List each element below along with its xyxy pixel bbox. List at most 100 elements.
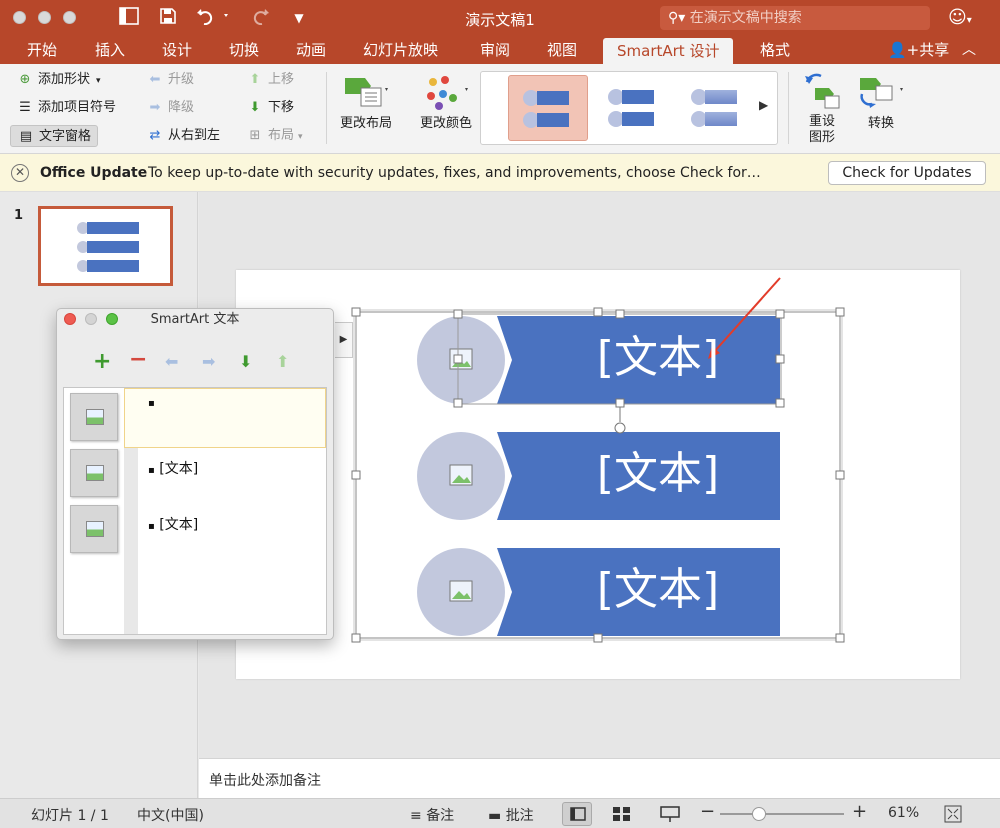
right-to-left-button[interactable]: ⇄ 从右到左	[146, 125, 220, 147]
collapse-ribbon-icon[interactable]: ︿	[962, 36, 976, 64]
pane-promote-icon[interactable]: ⬅	[165, 352, 178, 371]
tab-transitions[interactable]: 切换	[229, 36, 259, 64]
pane-remove-icon[interactable]: −	[129, 349, 147, 371]
collapse-pane-icon[interactable]: ▶	[335, 322, 353, 358]
zoom-out-icon[interactable]: −	[700, 801, 715, 822]
swap-arrows-icon: ⇄	[149, 128, 161, 143]
redo-icon[interactable]	[250, 7, 272, 29]
presentation-icon	[660, 806, 680, 822]
check-for-updates-button[interactable]: Check for Updates	[828, 161, 986, 185]
zoom-in-icon[interactable]: +	[852, 801, 867, 822]
tab-format[interactable]: 格式	[760, 36, 790, 64]
move-down-button[interactable]: ⬇ 下移	[246, 97, 294, 119]
comments-button[interactable]: ▬ 批注	[488, 805, 534, 825]
search-input[interactable]: ⚲▾ 在演示文稿中搜索	[660, 6, 930, 30]
normal-view-button[interactable]	[562, 802, 592, 826]
smartart-text-3[interactable]: [文本]	[528, 562, 788, 618]
close-notification-icon[interactable]: ✕	[11, 164, 29, 182]
add-shape-button[interactable]: ⊕ 添加形状 ▾	[16, 69, 101, 91]
pane-move-down-icon[interactable]: ⬇	[239, 352, 252, 371]
pane-picture-thumb[interactable]	[70, 505, 118, 553]
user-account-button[interactable]: ☺▾	[948, 7, 988, 29]
pane-picture-thumb[interactable]	[70, 449, 118, 497]
pane-title: SmartArt 文本	[150, 312, 240, 327]
style-option-1[interactable]	[508, 75, 588, 141]
pane-move-up-icon[interactable]: ⬆	[276, 352, 289, 371]
grid-view-icon	[613, 807, 630, 821]
minimize-window-button[interactable]	[38, 11, 51, 24]
pane-item-list: ▪ ▪ [文本] ▪ [文本]	[63, 387, 327, 635]
zoom-window-button[interactable]	[63, 11, 76, 24]
notification-title: Office Update	[40, 165, 148, 181]
convert-button[interactable]: 转换	[852, 72, 910, 132]
slideshow-view-button[interactable]	[658, 804, 682, 824]
style-option-2[interactable]	[594, 75, 674, 141]
notes-placeholder: 单击此处添加备注	[209, 773, 321, 789]
rotate-handle-icon[interactable]	[614, 422, 626, 434]
smartart-text-2[interactable]: [文本]	[528, 446, 788, 502]
pane-list-item[interactable]: ▪ [文本]	[148, 458, 198, 478]
tab-animations[interactable]: 动画	[296, 36, 326, 64]
style-option-3[interactable]	[677, 75, 757, 141]
ribbon-separator	[326, 72, 327, 144]
smartart-text-pane: SmartArt 文本 + − ⬅ ➡ ⬇ ⬆ ▪ ▪ [文本] ▪ [文本]	[56, 308, 334, 640]
add-bullet-button[interactable]: ☰ 添加项目符号	[16, 97, 116, 119]
share-button[interactable]: 👤+共享	[888, 36, 949, 64]
picture-placeholder-icon[interactable]	[449, 580, 473, 602]
ribbon-tab-bar: 开始 插入 设计 切换 动画 幻灯片放映 审阅 视图 SmartArt 设计 格…	[0, 36, 1000, 64]
promote-button[interactable]: ⬅ 升级	[146, 69, 194, 91]
update-notification-bar: ✕ Office Update To keep up-to-date with …	[0, 154, 1000, 192]
tab-insert[interactable]: 插入	[95, 36, 125, 64]
reset-graphic-button[interactable]: 重设 图形	[798, 72, 846, 146]
text-pane-button[interactable]: ▤ 文字窗格	[10, 125, 99, 147]
move-up-button[interactable]: ⬆ 上移	[246, 69, 294, 91]
demote-button[interactable]: ➡ 降级	[146, 97, 194, 119]
undo-icon[interactable]	[194, 7, 234, 29]
change-layout-button[interactable]: 更改布局	[336, 72, 396, 132]
picture-placeholder-icon[interactable]	[449, 464, 473, 486]
org-chart-icon: ⊞	[249, 128, 261, 143]
status-bar: 幻灯片 1 / 1 中文(中国) ≡ 备注 ▬ 批注 − + 61%	[0, 798, 1000, 828]
bullet-list-icon: ☰	[19, 100, 31, 115]
zoom-slider[interactable]	[720, 807, 844, 821]
pane-demote-icon[interactable]: ➡	[202, 352, 215, 371]
convert-icon	[852, 72, 910, 116]
customize-toolbar-icon[interactable]: ▼	[288, 7, 310, 29]
tab-slideshow[interactable]: 幻灯片放映	[363, 36, 438, 64]
tab-design[interactable]: 设计	[162, 36, 192, 64]
save-icon[interactable]	[157, 7, 179, 29]
gallery-more-icon[interactable]: ▶	[759, 98, 768, 112]
arrow-down-icon: ⬇	[249, 100, 261, 115]
notification-message: To keep up-to-date with security updates…	[148, 165, 761, 181]
search-icon: ⚲▾	[668, 10, 686, 26]
pane-list-item[interactable]: ▪ [文本]	[148, 514, 198, 534]
pane-picture-thumb[interactable]	[70, 393, 118, 441]
ribbon: ⊕ 添加形状 ▾ ☰ 添加项目符号 ▤ 文字窗格 ⬅ 升级 ➡ 降级 ⇄ 从右到左 ⬆ 上移 ⬇…	[0, 64, 1000, 154]
search-placeholder: 在演示文稿中搜索	[689, 10, 802, 26]
slide-thumbnail[interactable]	[38, 206, 173, 286]
arrow-right-icon: ➡	[149, 100, 161, 115]
picture-icon	[86, 409, 104, 425]
change-colors-button[interactable]: 更改颜色	[416, 72, 476, 132]
pane-add-icon[interactable]: +	[93, 351, 111, 373]
slide-sorter-button[interactable]	[610, 804, 634, 824]
smartart-text-1[interactable]: [文本]	[528, 330, 788, 386]
layout-button[interactable]: ⊞ 布局 ▾	[246, 125, 303, 147]
notes-area[interactable]: 单击此处添加备注	[199, 758, 1000, 798]
close-window-button[interactable]	[13, 11, 26, 24]
notes-icon: ≡	[410, 808, 422, 824]
zoom-level[interactable]: 61%	[888, 805, 919, 821]
notes-toggle-button[interactable]: ≡ 备注	[410, 805, 454, 825]
zoom-slider-thumb[interactable]	[752, 807, 766, 821]
smiley-icon: ☺	[948, 7, 967, 28]
language-indicator[interactable]: 中文(中国)	[137, 805, 204, 825]
pane-list-item[interactable]: ▪	[148, 394, 155, 410]
add-shape-icon: ⊕	[19, 72, 31, 87]
tab-smartart-design[interactable]: SmartArt 设计	[603, 38, 734, 64]
tab-home[interactable]: 开始	[27, 36, 57, 64]
color-palette-icon	[416, 72, 476, 116]
tab-view[interactable]: 视图	[547, 36, 577, 64]
sidebar-toggle-icon[interactable]	[118, 7, 140, 29]
fit-to-window-icon[interactable]	[944, 805, 962, 823]
tab-review[interactable]: 审阅	[480, 36, 510, 64]
